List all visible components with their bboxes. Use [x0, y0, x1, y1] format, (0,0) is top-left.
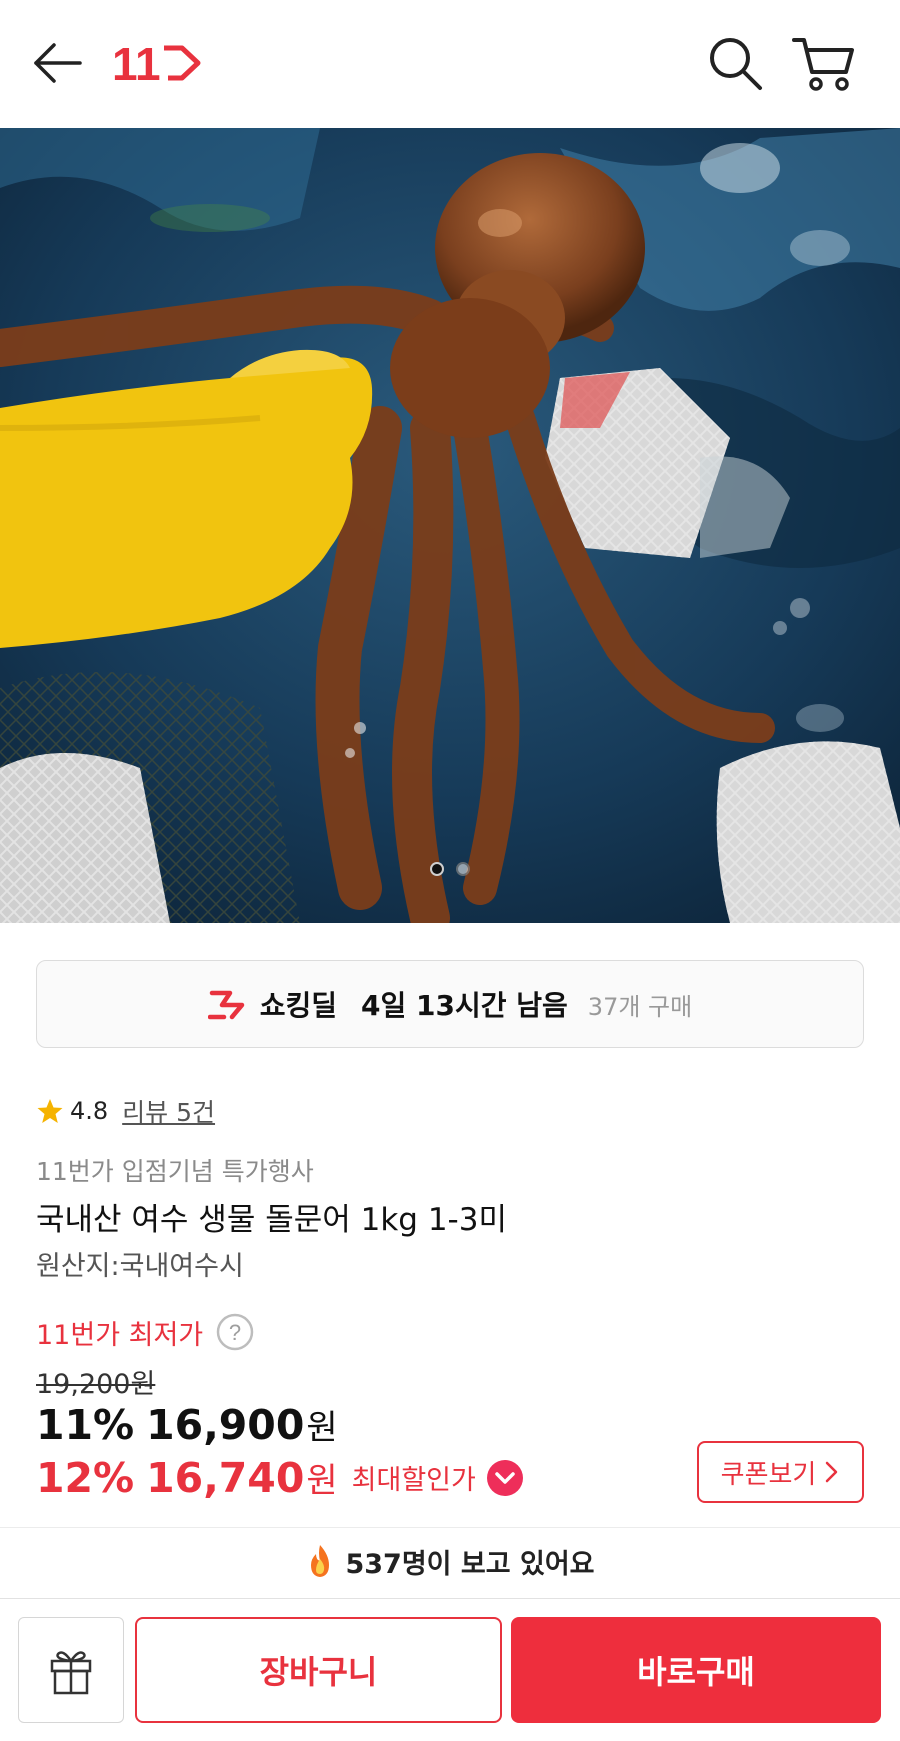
product-image[interactable] [0, 128, 900, 923]
promo-text: 11번가 입점기념 특가행사 [36, 1157, 314, 1186]
max-discount-row: 12% 16,740 원 최대할인가 [36, 1453, 524, 1502]
bottom-action-bar: 장바구니 바로구매 [0, 1598, 900, 1741]
product-origin: 원산지:국내여수시 [36, 1251, 244, 1282]
top-header: 11 [0, 0, 900, 128]
rating-value: 4.8 [70, 1097, 109, 1125]
chevron-down-icon[interactable] [486, 1459, 524, 1497]
discount-rate: 11% [36, 1401, 135, 1449]
svg-text:11: 11 [112, 38, 161, 90]
lowest-price-label: 11번가 최저가 [36, 1319, 204, 1351]
deal-time-left: 4일 13시간 남음 [361, 989, 568, 1022]
chevron-right-icon [826, 1461, 838, 1483]
deal-title: 쇼킹딜 [259, 989, 338, 1022]
fire-icon [311, 1545, 330, 1577]
star-icon [37, 1099, 63, 1123]
search-icon[interactable] [706, 34, 764, 92]
coupon-button-label: 쿠폰보기 [720, 1459, 817, 1490]
cart-icon[interactable] [792, 34, 854, 94]
arrow-left-icon[interactable] [30, 38, 86, 88]
viewers-count-text: 537명이 보고 있어요 [345, 1548, 595, 1580]
viewers-bar: 537명이 보고 있어요 [0, 1528, 900, 1594]
max-price-currency: 원 [306, 1461, 338, 1501]
coupon-button[interactable]: 쿠폰보기 [697, 1441, 864, 1503]
add-to-cart-button[interactable]: 장바구니 [135, 1617, 502, 1723]
sale-price-row: 11% 16,900 원 [36, 1400, 338, 1449]
help-icon[interactable]: ? [215, 1312, 255, 1352]
image-pagination[interactable] [0, 862, 900, 880]
sale-price: 16,900 [146, 1401, 305, 1449]
sale-price-currency: 원 [306, 1408, 338, 1448]
buy-now-button[interactable]: 바로구매 [511, 1617, 881, 1723]
svg-text:?: ? [229, 1320, 241, 1345]
review-link[interactable]: 리뷰 5건 [122, 1093, 215, 1129]
gift-icon [50, 1651, 92, 1695]
pagination-dot-active[interactable] [430, 862, 444, 876]
brand-logo[interactable]: 11 [112, 36, 204, 90]
max-discount-label: 최대할인가 [351, 1465, 476, 1496]
rating-row: 4.8 리뷰 5건 [36, 1094, 215, 1128]
shocking-deal-icon [207, 990, 245, 1020]
gift-button[interactable] [18, 1617, 124, 1723]
shocking-deal-banner[interactable]: 쇼킹딜 4일 13시간 남음 37개 구매 [36, 960, 864, 1048]
max-discount-price: 16,740 [146, 1453, 305, 1502]
pagination-dot[interactable] [456, 862, 470, 876]
original-price: 19,200원 [36, 1369, 156, 1400]
deal-purchase-count: 37개 구매 [587, 992, 693, 1021]
lowest-price-row: 11번가 최저가 ? [36, 1312, 255, 1352]
max-discount-rate: 12% [36, 1453, 135, 1502]
product-title: 국내산 여수 생물 돌문어 1kg 1-3미 [36, 1202, 507, 1238]
